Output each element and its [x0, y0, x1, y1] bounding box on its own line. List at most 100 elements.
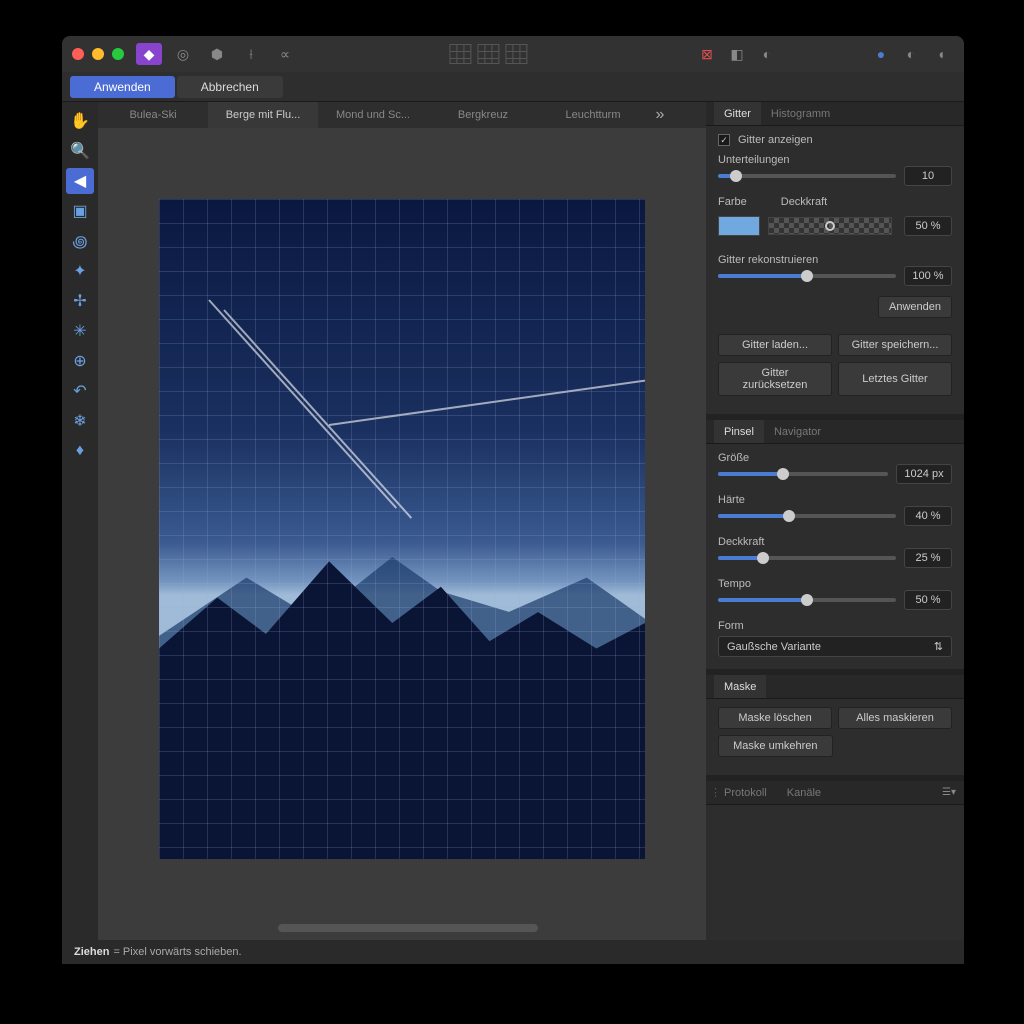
window-controls — [72, 48, 124, 60]
pinsel-panel: Größe 1024 px Härte 40 % Deckkraft 25 % … — [706, 444, 964, 669]
tab-3[interactable]: Bergkreuz — [428, 102, 538, 128]
thaw-tool-icon[interactable]: ♦ — [66, 438, 94, 464]
grid-load-button[interactable]: Gitter laden... — [718, 334, 832, 356]
mesh-warp-tool-icon[interactable]: ◀ — [66, 168, 94, 194]
panel-menu-icon[interactable]: ☰▾ — [942, 787, 964, 798]
sphere-tool-icon[interactable]: ⊕ — [66, 348, 94, 374]
subdivisions-slider[interactable] — [718, 174, 896, 178]
size-value[interactable]: 1024 px — [896, 464, 952, 484]
tab-0[interactable]: Bulea-Ski — [98, 102, 208, 128]
form-label: Form — [718, 620, 952, 632]
cancel-button[interactable]: Abbrechen — [177, 76, 283, 98]
tabs-overflow-icon[interactable]: » — [648, 106, 672, 124]
main-body: ✋ 🔍 ◀ ▣ ꩜ ✦ ✢ ✳ ⊕ ↶ ❄ ♦ Bulea-Ski Berge … — [62, 102, 964, 940]
grid-save-button[interactable]: Gitter speichern... — [838, 334, 952, 356]
titlebar-right-icons: ⊠ ◧ ◐ ● ◐ ◖ — [694, 43, 954, 65]
freeze-tool-icon[interactable]: ❄ — [66, 408, 94, 434]
mask-invert-button[interactable]: Maske umkehren — [718, 735, 833, 757]
pinch-tool-icon[interactable]: ✦ — [66, 258, 94, 284]
tab-navigator[interactable]: Navigator — [764, 420, 831, 443]
document-tabs: Bulea-Ski Berge mit Flu... Mond und Sc..… — [98, 102, 706, 128]
mask-all-button[interactable]: Alles maskieren — [838, 707, 952, 729]
zoom-tool-icon[interactable]: 🔍 — [66, 138, 94, 164]
grid-down-icon[interactable] — [503, 43, 529, 65]
turbulence-tool-icon[interactable]: ✳ — [66, 318, 94, 344]
hardness-slider[interactable] — [718, 514, 896, 518]
tempo-slider[interactable] — [718, 598, 896, 602]
grid-plus-icon[interactable] — [475, 43, 501, 65]
titlebar-left-icons: ◆ ◎ ⬢ ⟊ ∝ — [136, 43, 298, 65]
undo-tool-icon[interactable]: ↶ — [66, 378, 94, 404]
tab-2[interactable]: Mond und Sc... — [318, 102, 428, 128]
tab-gitter[interactable]: Gitter — [714, 102, 761, 125]
share-icon[interactable]: ∝ — [272, 43, 298, 65]
grid-opacity-value[interactable]: 50 % — [904, 216, 952, 236]
tab-pinsel[interactable]: Pinsel — [714, 420, 764, 443]
right-panel: ⋮ Gitter Histogramm ✓ Gitter anzeigen Un… — [706, 102, 964, 940]
chevron-updown-icon: ⇅ — [934, 640, 943, 653]
color-label: Farbe — [718, 196, 747, 208]
pinsel-panel-tabs: ⋮ Pinsel Navigator — [706, 420, 964, 444]
status-bar: Ziehen = Pixel vorwärts schieben. — [62, 940, 964, 964]
panel-handle-icon[interactable]: ⋮ — [706, 425, 714, 438]
mirror-icon[interactable]: ⟊ — [238, 43, 264, 65]
reconstruct-label: Gitter rekonstruieren — [718, 254, 952, 266]
brush-opacity-value[interactable]: 25 % — [904, 548, 952, 568]
canvas-area[interactable] — [98, 128, 706, 940]
form-select[interactable]: Gaußsche Variante⇅ — [718, 636, 952, 657]
reconstruct-apply-button[interactable]: Anwenden — [878, 296, 952, 318]
apply-button[interactable]: Anwenden — [70, 76, 175, 98]
show-grid-checkbox[interactable]: ✓ — [718, 134, 730, 146]
canvas-image — [159, 199, 645, 859]
reconstruct-slider[interactable] — [718, 274, 896, 278]
swirl-tool-icon[interactable]: ꩜ — [66, 228, 94, 254]
tab-protokoll[interactable]: Protokoll — [714, 781, 777, 804]
subdivisions-value[interactable]: 10 — [904, 166, 952, 186]
grid-reset-button[interactable]: Gitter zurücksetzen — [718, 362, 832, 396]
grid-x-icon[interactable] — [447, 43, 473, 65]
split-icon[interactable]: ◐ — [898, 43, 924, 65]
hand-tool-icon[interactable]: ✋ — [66, 108, 94, 134]
aperture-icon[interactable]: ◎ — [170, 43, 196, 65]
hardness-label: Härte — [718, 494, 952, 506]
action-bar: Anwenden Abbrechen — [62, 72, 964, 102]
sphere-icon[interactable]: ● — [868, 43, 894, 65]
maske-panel: Maske löschen Alles maskieren Maske umke… — [706, 699, 964, 775]
brush-opacity-slider[interactable] — [718, 556, 896, 560]
tab-kanaele[interactable]: Kanäle — [777, 781, 831, 804]
tempo-value[interactable]: 50 % — [904, 590, 952, 610]
center-pane: Bulea-Ski Berge mit Flu... Mond und Sc..… — [98, 102, 706, 940]
tab-1[interactable]: Berge mit Flu... — [208, 102, 318, 128]
minimize-icon[interactable] — [92, 48, 104, 60]
mask-square-icon[interactable]: ◧ — [724, 43, 750, 65]
tab-histogramm[interactable]: Histogramm — [761, 102, 840, 125]
titlebar-center-icons — [447, 43, 529, 65]
mesh-grid-overlay[interactable] — [159, 199, 645, 859]
cube-icon[interactable]: ⬢ — [204, 43, 230, 65]
grid-last-button[interactable]: Letztes Gitter — [838, 362, 952, 396]
panel-handle-icon[interactable]: ⋮ — [706, 107, 714, 120]
tab-4[interactable]: Leuchtturm — [538, 102, 648, 128]
mask-circle-icon[interactable]: ◐ — [754, 43, 780, 65]
halfmoon-icon[interactable]: ◖ — [928, 43, 954, 65]
horizontal-scrollbar[interactable] — [278, 924, 538, 932]
panel-handle-icon[interactable]: ⋮ — [706, 680, 714, 693]
mask-delete-button[interactable]: Maske löschen — [718, 707, 832, 729]
size-slider[interactable] — [718, 472, 888, 476]
punch-tool-icon[interactable]: ✢ — [66, 288, 94, 314]
show-grid-label: Gitter anzeigen — [738, 134, 813, 146]
persona-icon[interactable]: ◆ — [136, 43, 162, 65]
clear-icon[interactable]: ⊠ — [694, 43, 720, 65]
hardness-value[interactable]: 40 % — [904, 506, 952, 526]
reconstruct-value[interactable]: 100 % — [904, 266, 952, 286]
maximize-icon[interactable] — [112, 48, 124, 60]
titlebar: ◆ ◎ ⬢ ⟊ ∝ ⊠ ◧ ◐ ● ◐ ◖ — [62, 36, 964, 72]
tab-maske[interactable]: Maske — [714, 675, 766, 698]
size-label: Größe — [718, 452, 952, 464]
status-hint: = Pixel vorwärts schieben. — [113, 946, 241, 958]
close-icon[interactable] — [72, 48, 84, 60]
panel-handle-icon[interactable]: ⋮ — [706, 786, 714, 799]
grid-opacity-slider[interactable] — [768, 217, 892, 235]
grid-color-swatch[interactable] — [718, 216, 760, 236]
perspective-tool-icon[interactable]: ▣ — [66, 198, 94, 224]
